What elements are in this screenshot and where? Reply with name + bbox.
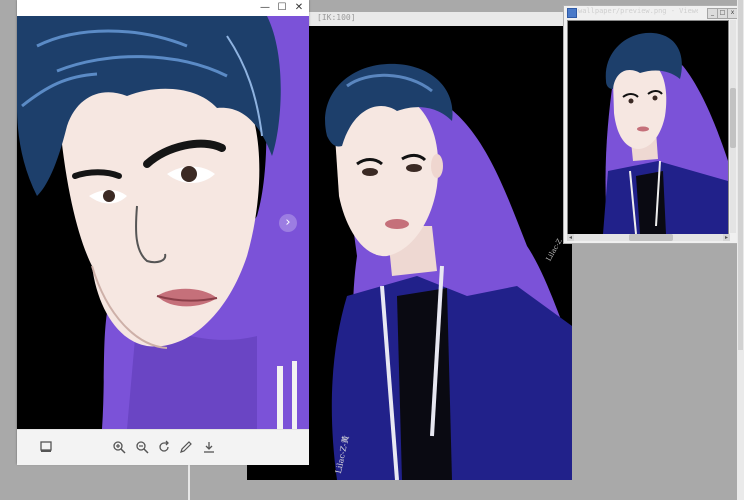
rotate-icon[interactable] [157,440,171,454]
scroll-left-arrow-icon[interactable]: ◂ [567,234,574,241]
viewer-toolbar [17,429,309,465]
maximize-button[interactable]: ☐ [275,2,289,14]
minimize-button[interactable]: — [258,2,272,14]
portrait-closeup [17,16,309,429]
next-image-arrow[interactable]: › [279,214,297,232]
divider-line [188,465,190,500]
viewer-image[interactable]: › [17,16,309,429]
canvas-title: [IK:100] [317,13,356,22]
preview-title: wallpaper/preview.png - Viewer [578,7,698,15]
photo-viewer-window: — ☐ ✕ › [17,0,309,465]
close-button[interactable]: ✕ [292,2,306,14]
zoom-in-icon[interactable] [112,440,126,454]
download-icon[interactable] [202,440,216,454]
preview-vertical-scroll-thumb[interactable] [730,88,736,148]
preview-window: wallpaper/preview.png - Viewer _ □ x ◂ ▸ [563,5,739,244]
slideshow-icon[interactable] [39,440,53,454]
desktop-edge-scrollbar[interactable] [737,0,744,500]
preview-titlebar[interactable]: wallpaper/preview.png - Viewer _ □ x [564,6,738,19]
desktop-edge-scroll-thumb[interactable] [738,0,743,350]
portrait-thumbnail [568,21,728,234]
preview-horizontal-scroll-thumb[interactable] [629,234,673,241]
zoom-out-icon[interactable] [135,440,149,454]
preview-image[interactable] [567,20,729,235]
preview-horizontal-scrollbar[interactable]: ◂ ▸ [567,234,730,241]
image-file-icon [567,8,577,18]
viewer-titlebar[interactable]: — ☐ ✕ [17,0,309,16]
preview-vertical-scrollbar[interactable] [730,20,736,233]
edit-icon[interactable] [179,440,193,454]
scroll-right-arrow-icon[interactable]: ▸ [723,234,730,241]
